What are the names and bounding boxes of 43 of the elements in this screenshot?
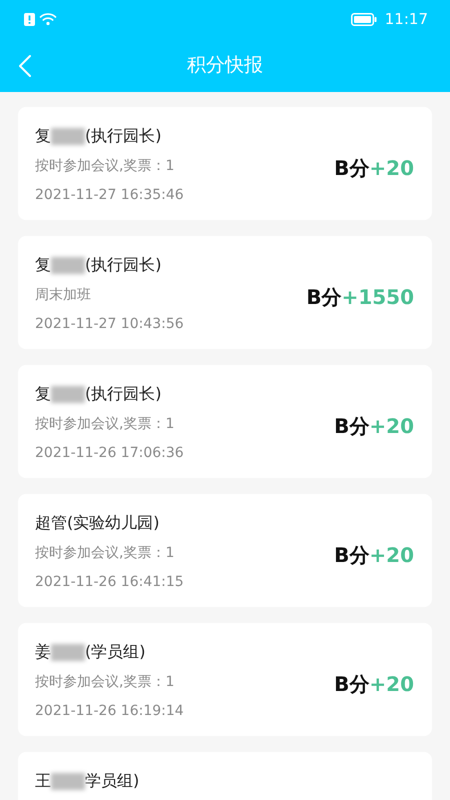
- points-value: +20: [369, 414, 414, 438]
- record-description: 按时参加会议,奖票：1: [35, 415, 174, 434]
- record-description: 按时参加会议,奖票：1: [35, 544, 174, 563]
- record-description: 按时参加会议,奖票：1: [35, 157, 174, 176]
- status-time: 11:17: [384, 8, 428, 30]
- record-card[interactable]: 复 (执行园长) 周末加班 2021-11-27 10:43:56 B分+1550: [18, 236, 432, 349]
- member-group: 学员组): [85, 769, 140, 793]
- record-description: 周末加班: [35, 286, 91, 305]
- record-card[interactable]: 复 (执行园长) 按时参加会议,奖票：1 2021-11-26 17:06:36 B分+20: [18, 365, 432, 478]
- points-value: +1550: [342, 285, 414, 309]
- points-value: +20: [369, 672, 414, 696]
- wifi-icon: [39, 12, 57, 26]
- member-group: (执行园长): [85, 124, 162, 148]
- battery-icon: [350, 12, 377, 26]
- record-card[interactable]: 超管(实验幼儿园) 按时参加会议,奖票：1 2021-11-26 16:41:15 B分+20: [18, 494, 432, 607]
- points-value: +20: [369, 156, 414, 180]
- record-time: 2021-11-26 16:19:14: [35, 702, 184, 721]
- member-group: (执行园长): [85, 382, 162, 406]
- record-time: 2021-11-27 10:43:56: [35, 315, 184, 334]
- points-value: +20: [369, 543, 414, 567]
- record-time: 2021-11-27 16:35:46: [35, 186, 184, 205]
- page-title: 积分快报: [187, 52, 263, 78]
- points-label: B分: [334, 672, 370, 696]
- member-name: 复: [35, 254, 51, 276]
- points-label: B分: [334, 414, 370, 438]
- member-group: (执行园长): [85, 253, 162, 277]
- record-card[interactable]: 王 学员组): [18, 752, 432, 800]
- notification-icon: [24, 12, 35, 26]
- points-label: B分: [306, 285, 342, 309]
- record-card[interactable]: 复 (执行园长) 按时参加会议,奖票：1 2021-11-27 16:35:46 B分+20: [18, 107, 432, 220]
- record-card[interactable]: 姜 (学员组) 按时参加会议,奖票：1 2021-11-26 16:19:14 B分+20: [18, 623, 432, 736]
- member-name: 复: [35, 125, 51, 147]
- back-icon[interactable]: [18, 54, 32, 78]
- points-label: B分: [334, 543, 370, 567]
- record-description: 按时参加会议,奖票：1: [35, 673, 174, 692]
- record-time: 2021-11-26 17:06:36: [35, 444, 184, 463]
- member-group: (学员组): [85, 640, 146, 664]
- member-name: 姜: [35, 641, 51, 663]
- member-name: 复: [35, 383, 51, 405]
- record-time: 2021-11-26 16:41:15: [35, 573, 184, 592]
- member-name: 王: [35, 770, 51, 792]
- member-name: 超管(实验幼儿园): [35, 512, 160, 534]
- points-label: B分: [334, 156, 370, 180]
